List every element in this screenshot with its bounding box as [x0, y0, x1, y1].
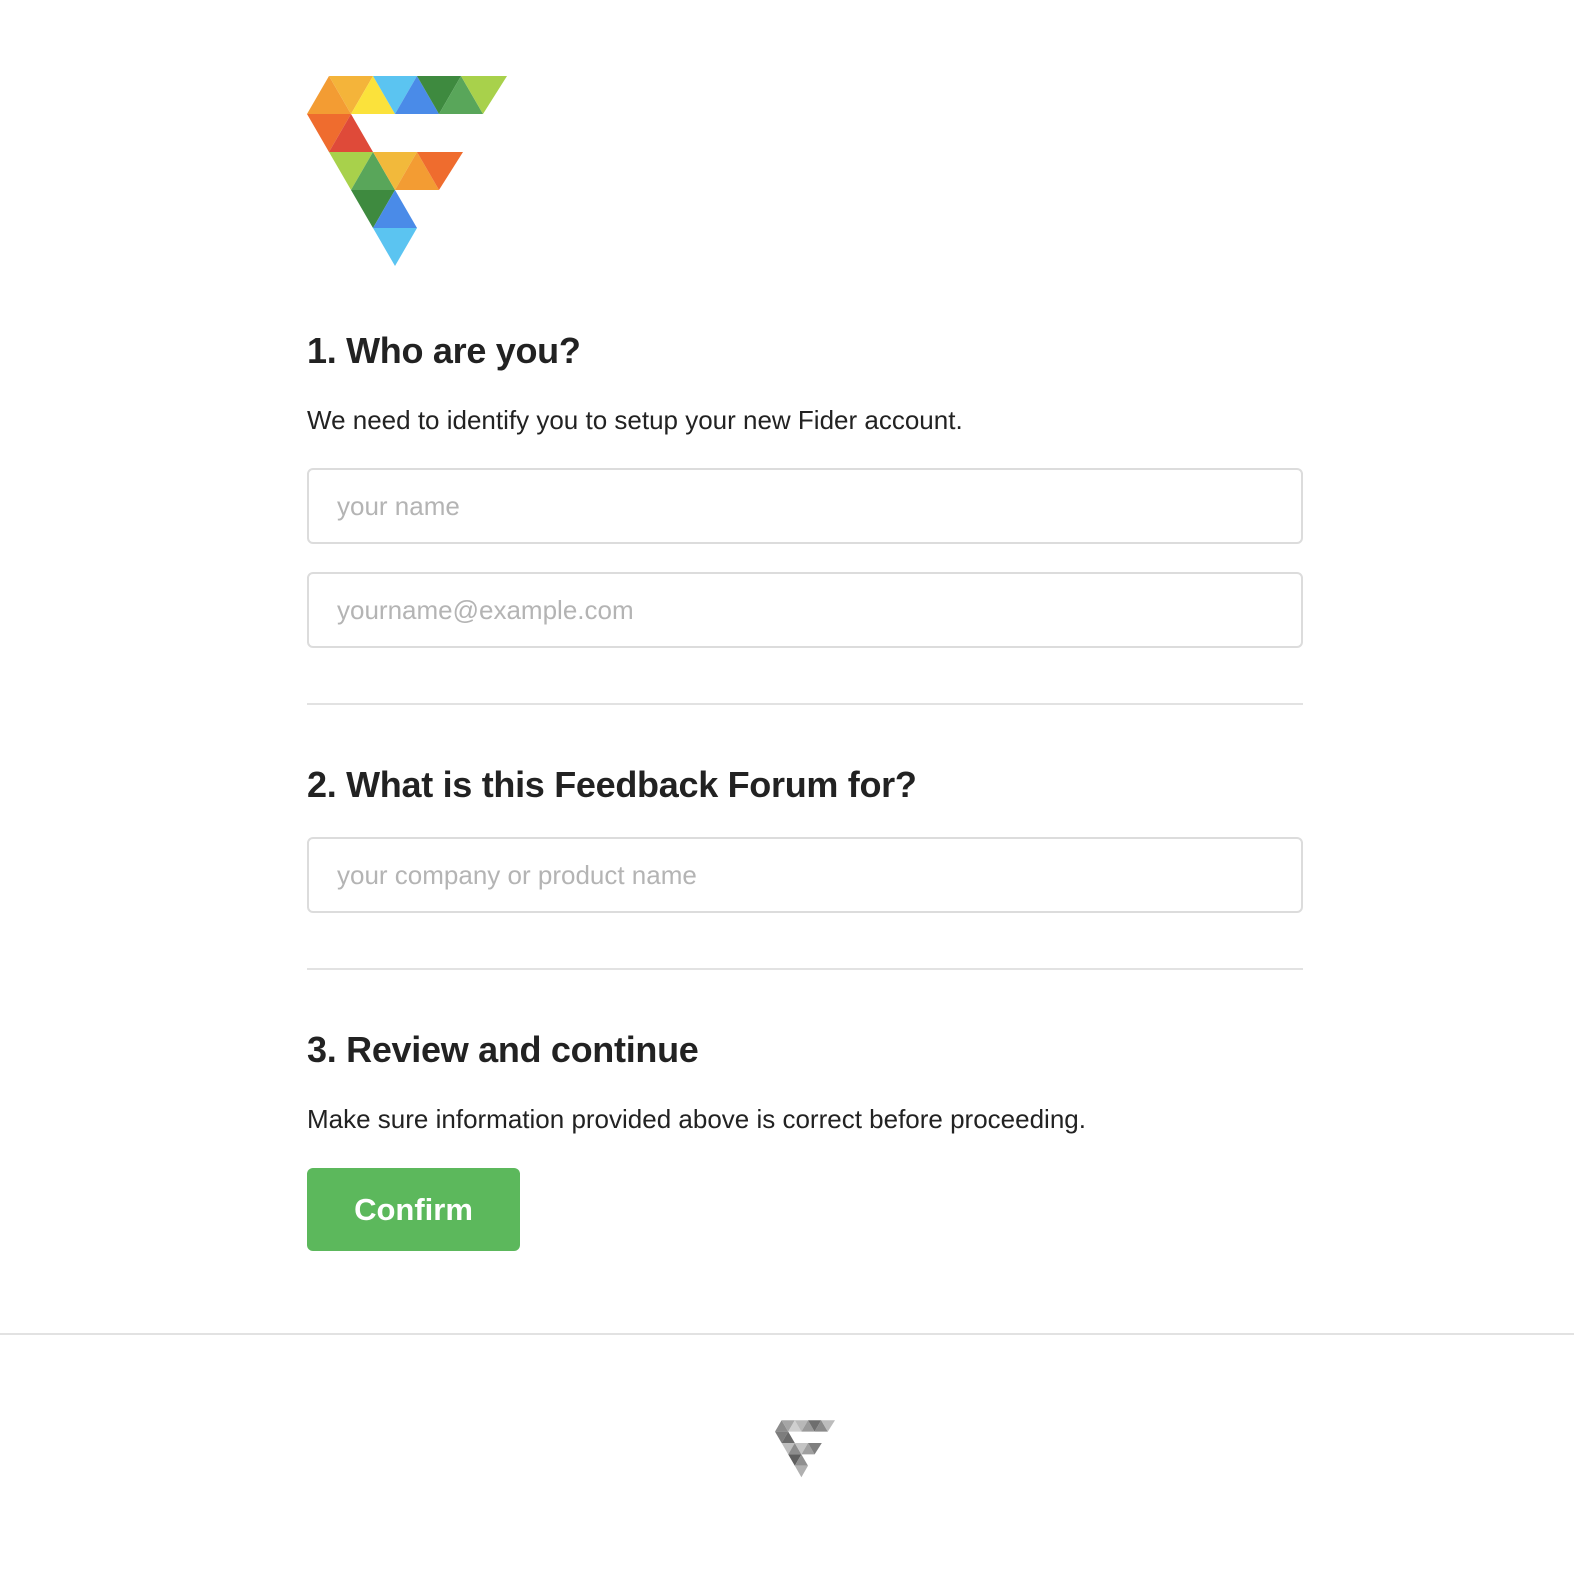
section-divider — [307, 703, 1303, 705]
email-input[interactable] — [307, 572, 1303, 648]
section-title-forum-purpose: 2. What is this Feedback Forum for? — [307, 764, 917, 805]
product-name-input[interactable] — [307, 837, 1303, 913]
footer-divider — [0, 1333, 1574, 1335]
fider-footer-logo-icon[interactable] — [775, 1420, 835, 1478]
section-title-who-are-you: 1. Who are you? — [307, 330, 581, 371]
confirm-button[interactable]: Confirm — [307, 1168, 520, 1251]
section-description-review: Make sure information provided above is … — [307, 1104, 1086, 1134]
section-title-review: 3. Review and continue — [307, 1029, 699, 1070]
section-description-identify: We need to identify you to setup your ne… — [307, 405, 963, 435]
name-input[interactable] — [307, 468, 1303, 544]
section-divider — [307, 968, 1303, 970]
fider-logo-icon — [307, 76, 507, 266]
